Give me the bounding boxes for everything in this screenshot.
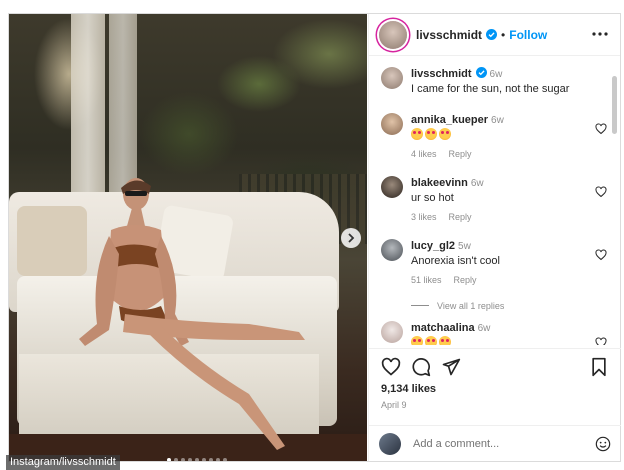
like-comment-heart-icon[interactable]: [595, 249, 607, 261]
commenter-username[interactable]: lucy_gl2: [411, 240, 455, 252]
chevron-right-icon: [348, 233, 355, 243]
comment-text: [411, 336, 601, 345]
carousel-dot: [188, 458, 192, 461]
commenter-avatar[interactable]: [381, 113, 403, 135]
comment-likes[interactable]: 4 likes: [411, 149, 437, 159]
post-photo[interactable]: [9, 14, 367, 461]
caption-text: I came for the sun, not the sugar: [411, 83, 570, 95]
comment-text: ur so hot: [411, 192, 454, 204]
source-watermark: Instagram/livsschmidt: [6, 455, 120, 470]
current-user-avatar: [379, 432, 401, 455]
carousel-indicator: [167, 458, 227, 461]
commenter-avatar[interactable]: [381, 321, 403, 343]
reply-button[interactable]: Reply: [449, 212, 472, 222]
comment-likes[interactable]: 3 likes: [411, 212, 437, 222]
author-avatar[interactable]: [379, 20, 407, 49]
comment-time: 6w: [470, 178, 484, 189]
heart-eyes-emoji-icon: [439, 336, 451, 345]
post-side-panel: livsschmidt • Follow livsschmidt 6w I cam…: [368, 14, 621, 461]
view-replies-link[interactable]: View all 1 replies: [411, 301, 504, 311]
commenter-username[interactable]: annika_kueper: [411, 114, 488, 126]
like-count[interactable]: 9,134 likes: [381, 383, 621, 395]
emoji-picker-icon[interactable]: [595, 436, 611, 452]
header-separator: •: [501, 27, 506, 42]
comment-text: Anorexia isn't cool: [411, 255, 500, 267]
comment-time: 6w: [491, 115, 504, 126]
follow-button[interactable]: Follow: [509, 28, 547, 42]
heart-eyes-emoji-icon: [439, 128, 451, 140]
commenter-username[interactable]: blakeevinn: [411, 177, 468, 189]
carousel-dot: [167, 458, 171, 461]
carousel-dot: [195, 458, 199, 461]
author-username[interactable]: livsschmidt: [416, 28, 482, 42]
heart-eyes-emoji-icon: [411, 336, 423, 345]
carousel-dot: [174, 458, 178, 461]
comments-list[interactable]: livsschmidt 6w I came for the sun, not th…: [369, 57, 621, 345]
verified-badge-icon: [475, 67, 487, 78]
add-comment-bar: Add a comment...: [369, 425, 621, 461]
commenter-avatar[interactable]: [381, 176, 403, 198]
more-options-icon[interactable]: [592, 28, 608, 40]
caption-username[interactable]: livsschmidt: [411, 68, 472, 80]
author-avatar[interactable]: [381, 67, 403, 89]
reply-button[interactable]: Reply: [449, 149, 472, 159]
like-heart-icon[interactable]: [381, 357, 401, 377]
comments-scrollbar[interactable]: [612, 76, 617, 134]
comment-icon[interactable]: [411, 357, 431, 377]
caption-time: 6w: [489, 69, 503, 80]
carousel-dot: [181, 458, 185, 461]
carousel-dot: [209, 458, 213, 461]
comment-likes[interactable]: 51 likes: [411, 275, 442, 285]
save-bookmark-icon[interactable]: [589, 357, 609, 377]
heart-eyes-emoji-icon: [425, 128, 437, 140]
commenter-avatar[interactable]: [381, 239, 403, 261]
post-date: April 9: [381, 400, 407, 410]
like-comment-heart-icon[interactable]: [595, 186, 607, 198]
heart-eyes-emoji-icon: [411, 128, 423, 140]
carousel-dot: [223, 458, 227, 461]
verified-badge-icon: [486, 29, 498, 40]
comment-time: 6w: [477, 323, 491, 334]
carousel-dot: [216, 458, 220, 461]
commenter-username[interactable]: matchaalina: [411, 322, 475, 334]
comment-time: 5w: [458, 241, 471, 252]
reply-button[interactable]: Reply: [454, 275, 477, 285]
like-comment-heart-icon[interactable]: [595, 123, 607, 135]
like-comment-heart-icon[interactable]: [595, 337, 607, 345]
post-header: livsschmidt • Follow: [369, 14, 620, 56]
next-photo-button[interactable]: [341, 228, 361, 248]
comment-text: [411, 128, 601, 143]
post-actions: 9,134 likes April 9: [369, 348, 621, 410]
share-icon[interactable]: [441, 357, 461, 377]
add-comment-input[interactable]: Add a comment...: [413, 438, 595, 450]
carousel-dot: [202, 458, 206, 461]
heart-eyes-emoji-icon: [425, 336, 437, 345]
woman-figure: [79, 178, 305, 450]
